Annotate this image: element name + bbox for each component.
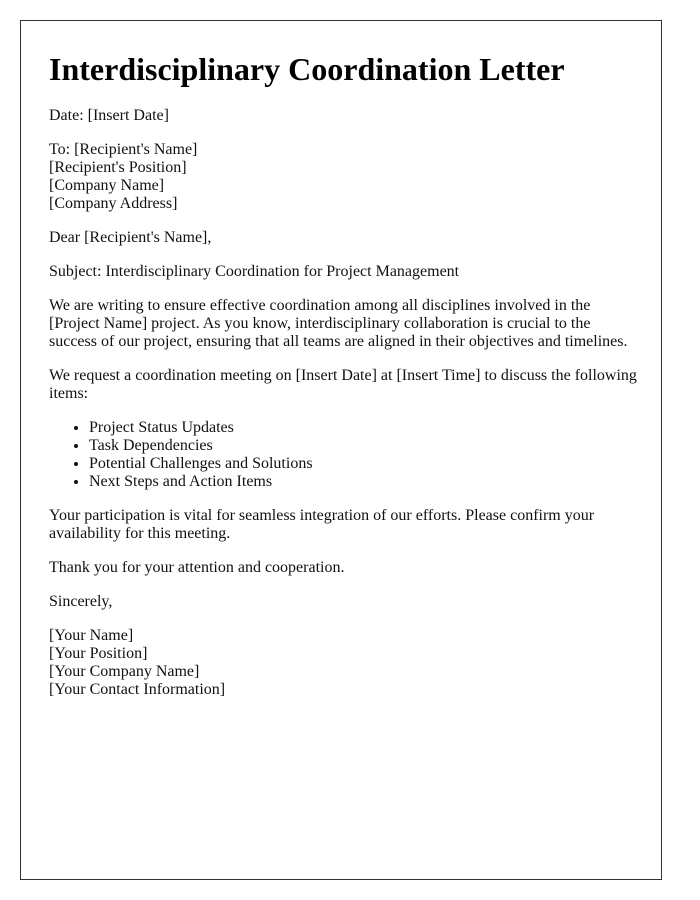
- signoff: Sincerely,: [49, 593, 113, 610]
- recipient-block: To: [Recipient's Name] [Recipient's Posi…: [49, 141, 639, 213]
- sender-company: [Your Company Name]: [49, 663, 200, 680]
- recipient-position: [Recipient's Position]: [49, 159, 187, 176]
- agenda-list: Project Status Updates Task Dependencies…: [49, 419, 639, 491]
- intro-paragraph: We are writing to ensure effective coord…: [49, 297, 628, 350]
- agenda-item: Next Steps and Action Items: [89, 473, 639, 491]
- thanks-paragraph: Thank you for your attention and coopera…: [49, 559, 345, 576]
- recipient-company: [Company Name]: [49, 177, 165, 194]
- letter-page: Interdisciplinary Coordination Letter Da…: [20, 20, 662, 880]
- subject-line: Subject: Interdisciplinary Coordination …: [49, 263, 460, 280]
- recipient-address: [Company Address]: [49, 195, 178, 212]
- date-line: Date: [Insert Date]: [49, 107, 169, 124]
- participation-paragraph: Your participation is vital for seamless…: [49, 507, 595, 542]
- letter-title: Interdisciplinary Coordination Letter: [49, 51, 565, 87]
- agenda-item: Project Status Updates: [89, 419, 639, 437]
- agenda-item: Task Dependencies: [89, 437, 639, 455]
- sender-contact: [Your Contact Information]: [49, 681, 226, 698]
- agenda-item: Potential Challenges and Solutions: [89, 455, 639, 473]
- recipient-name: To: [Recipient's Name]: [49, 141, 198, 158]
- salutation: Dear [Recipient's Name],: [49, 229, 212, 246]
- signature-block: [Your Name] [Your Position] [Your Compan…: [49, 627, 639, 699]
- sender-name: [Your Name]: [49, 627, 134, 644]
- sender-position: [Your Position]: [49, 645, 148, 662]
- meeting-request-paragraph: We request a coordination meeting on [In…: [49, 367, 637, 402]
- letter-content: Interdisciplinary Coordination Letter Da…: [49, 49, 639, 715]
